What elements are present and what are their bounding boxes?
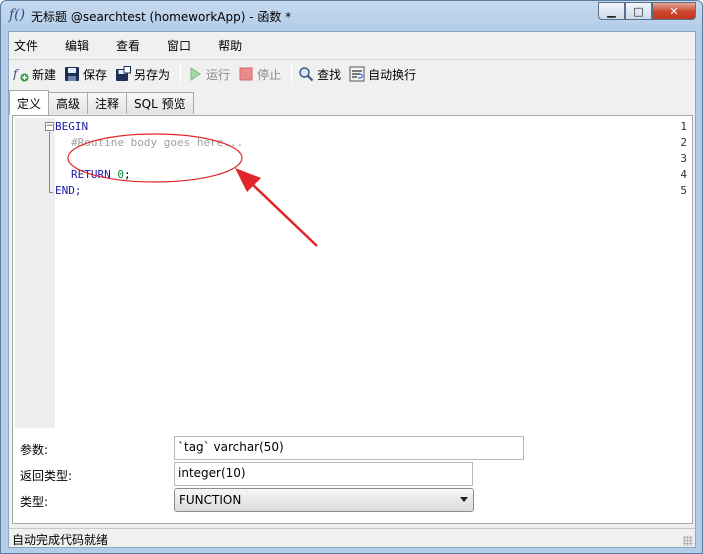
menu-file[interactable]: 文件 (14, 37, 51, 54)
client-area: 文件 编辑 查看 窗口 帮助 f 新建 保存 另存为 运行 停止 查找 自动换行… (8, 31, 696, 548)
minimize-icon: ▁ (607, 4, 616, 18)
minimize-button[interactable]: ▁ (598, 2, 625, 20)
fold-guide-end (49, 192, 53, 193)
svg-text:f: f (13, 67, 20, 81)
code-line-1: BEGIN (55, 120, 89, 133)
toolbar-separator (180, 64, 182, 84)
type-select[interactable]: FUNCTION (174, 488, 474, 512)
line-number: 3 (680, 152, 687, 165)
stop-icon (238, 66, 254, 82)
maximize-button[interactable]: □ (625, 2, 652, 20)
line-number: 1 (680, 120, 687, 133)
return-type-input[interactable]: integer(10) (174, 462, 473, 486)
toolbar: f 新建 保存 另存为 运行 停止 查找 自动换行 (9, 59, 695, 88)
save-as-label: 另存为 (134, 67, 171, 82)
params-input[interactable]: `tag` varchar(50) (174, 436, 524, 460)
find-label: 查找 (317, 67, 342, 82)
tab-strip: 定义 高级 注释 SQL 预览 (9, 90, 194, 115)
run-button[interactable]: 运行 (187, 63, 230, 85)
app-window: f() 无标题 @searchtest (homeworkApp) - 函数 *… (0, 0, 703, 554)
return-keyword: RETURN (71, 168, 111, 181)
stop-label: 停止 (257, 67, 282, 82)
statement-end: ; (124, 168, 131, 181)
window-controls: ▁ □ ✕ (598, 2, 696, 20)
wrap-label: 自动换行 (368, 67, 417, 82)
line-number: 4 (680, 168, 687, 181)
line-number: 2 (680, 136, 687, 149)
function-icon: f() (9, 7, 26, 23)
line-number: 5 (680, 184, 687, 197)
save-button[interactable]: 保存 (64, 63, 107, 85)
tab-sql-preview[interactable]: SQL 预览 (126, 92, 194, 114)
menu-edit[interactable]: 编辑 (65, 37, 102, 54)
menu-bar: 文件 编辑 查看 窗口 帮助 (9, 32, 695, 58)
run-label: 运行 (206, 67, 231, 82)
fold-toggle-icon[interactable]: − (45, 122, 54, 131)
save-as-icon (115, 66, 132, 82)
params-label: 参数: (20, 443, 49, 457)
code-line-4: RETURN 0; (71, 168, 131, 181)
tab-definition[interactable]: 定义 (9, 90, 50, 115)
tab-advanced[interactable]: 高级 (48, 92, 89, 114)
window-title: 无标题 @searchtest (homeworkApp) - 函数 * (31, 10, 292, 24)
close-icon: ✕ (669, 4, 679, 18)
return-type-row: 返回类型: integer(10) (13, 462, 694, 486)
new-label: 新建 (32, 67, 57, 82)
new-button[interactable]: f 新建 (13, 63, 56, 85)
line-number-gutter (15, 118, 43, 428)
type-label: 类型: (20, 495, 49, 509)
menu-view[interactable]: 查看 (116, 37, 153, 54)
type-row: 类型: FUNCTION (13, 488, 694, 512)
resize-grip-icon[interactable] (683, 536, 693, 546)
menu-help[interactable]: 帮助 (218, 37, 255, 54)
return-value: 0 (117, 168, 124, 181)
definition-panel: 1 2 3 4 5 − BEGIN #Routine body goes her… (12, 115, 693, 524)
word-wrap-button[interactable]: 自动换行 (349, 63, 416, 85)
maximize-icon: □ (633, 4, 644, 18)
tab-comment[interactable]: 注释 (87, 92, 128, 114)
return-type-label: 返回类型: (20, 469, 73, 483)
find-button[interactable]: 查找 (298, 63, 341, 85)
code-editor[interactable]: 1 2 3 4 5 − BEGIN #Routine body goes her… (15, 118, 691, 428)
type-select-value: FUNCTION (179, 493, 242, 507)
word-wrap-icon (349, 66, 365, 82)
save-label: 保存 (83, 67, 108, 82)
title-bar[interactable]: f() 无标题 @searchtest (homeworkApp) - 函数 *… (1, 1, 702, 31)
fold-guide (49, 132, 50, 193)
save-icon (64, 66, 80, 82)
play-icon (187, 66, 203, 82)
code-line-2: #Routine body goes here... (71, 136, 244, 149)
params-row: 参数: `tag` varchar(50) (13, 436, 694, 460)
search-icon (298, 66, 314, 82)
status-text: 自动完成代码就绪 (12, 533, 109, 547)
chevron-down-icon (460, 497, 468, 502)
close-button[interactable]: ✕ (652, 2, 696, 20)
status-bar: 自动完成代码就绪 (9, 528, 695, 548)
new-function-icon: f (13, 66, 29, 82)
menu-window[interactable]: 窗口 (167, 37, 204, 54)
toolbar-separator (291, 64, 293, 84)
save-as-button[interactable]: 另存为 (115, 63, 170, 85)
code-line-5: END; (55, 184, 82, 197)
stop-button[interactable]: 停止 (238, 63, 281, 85)
